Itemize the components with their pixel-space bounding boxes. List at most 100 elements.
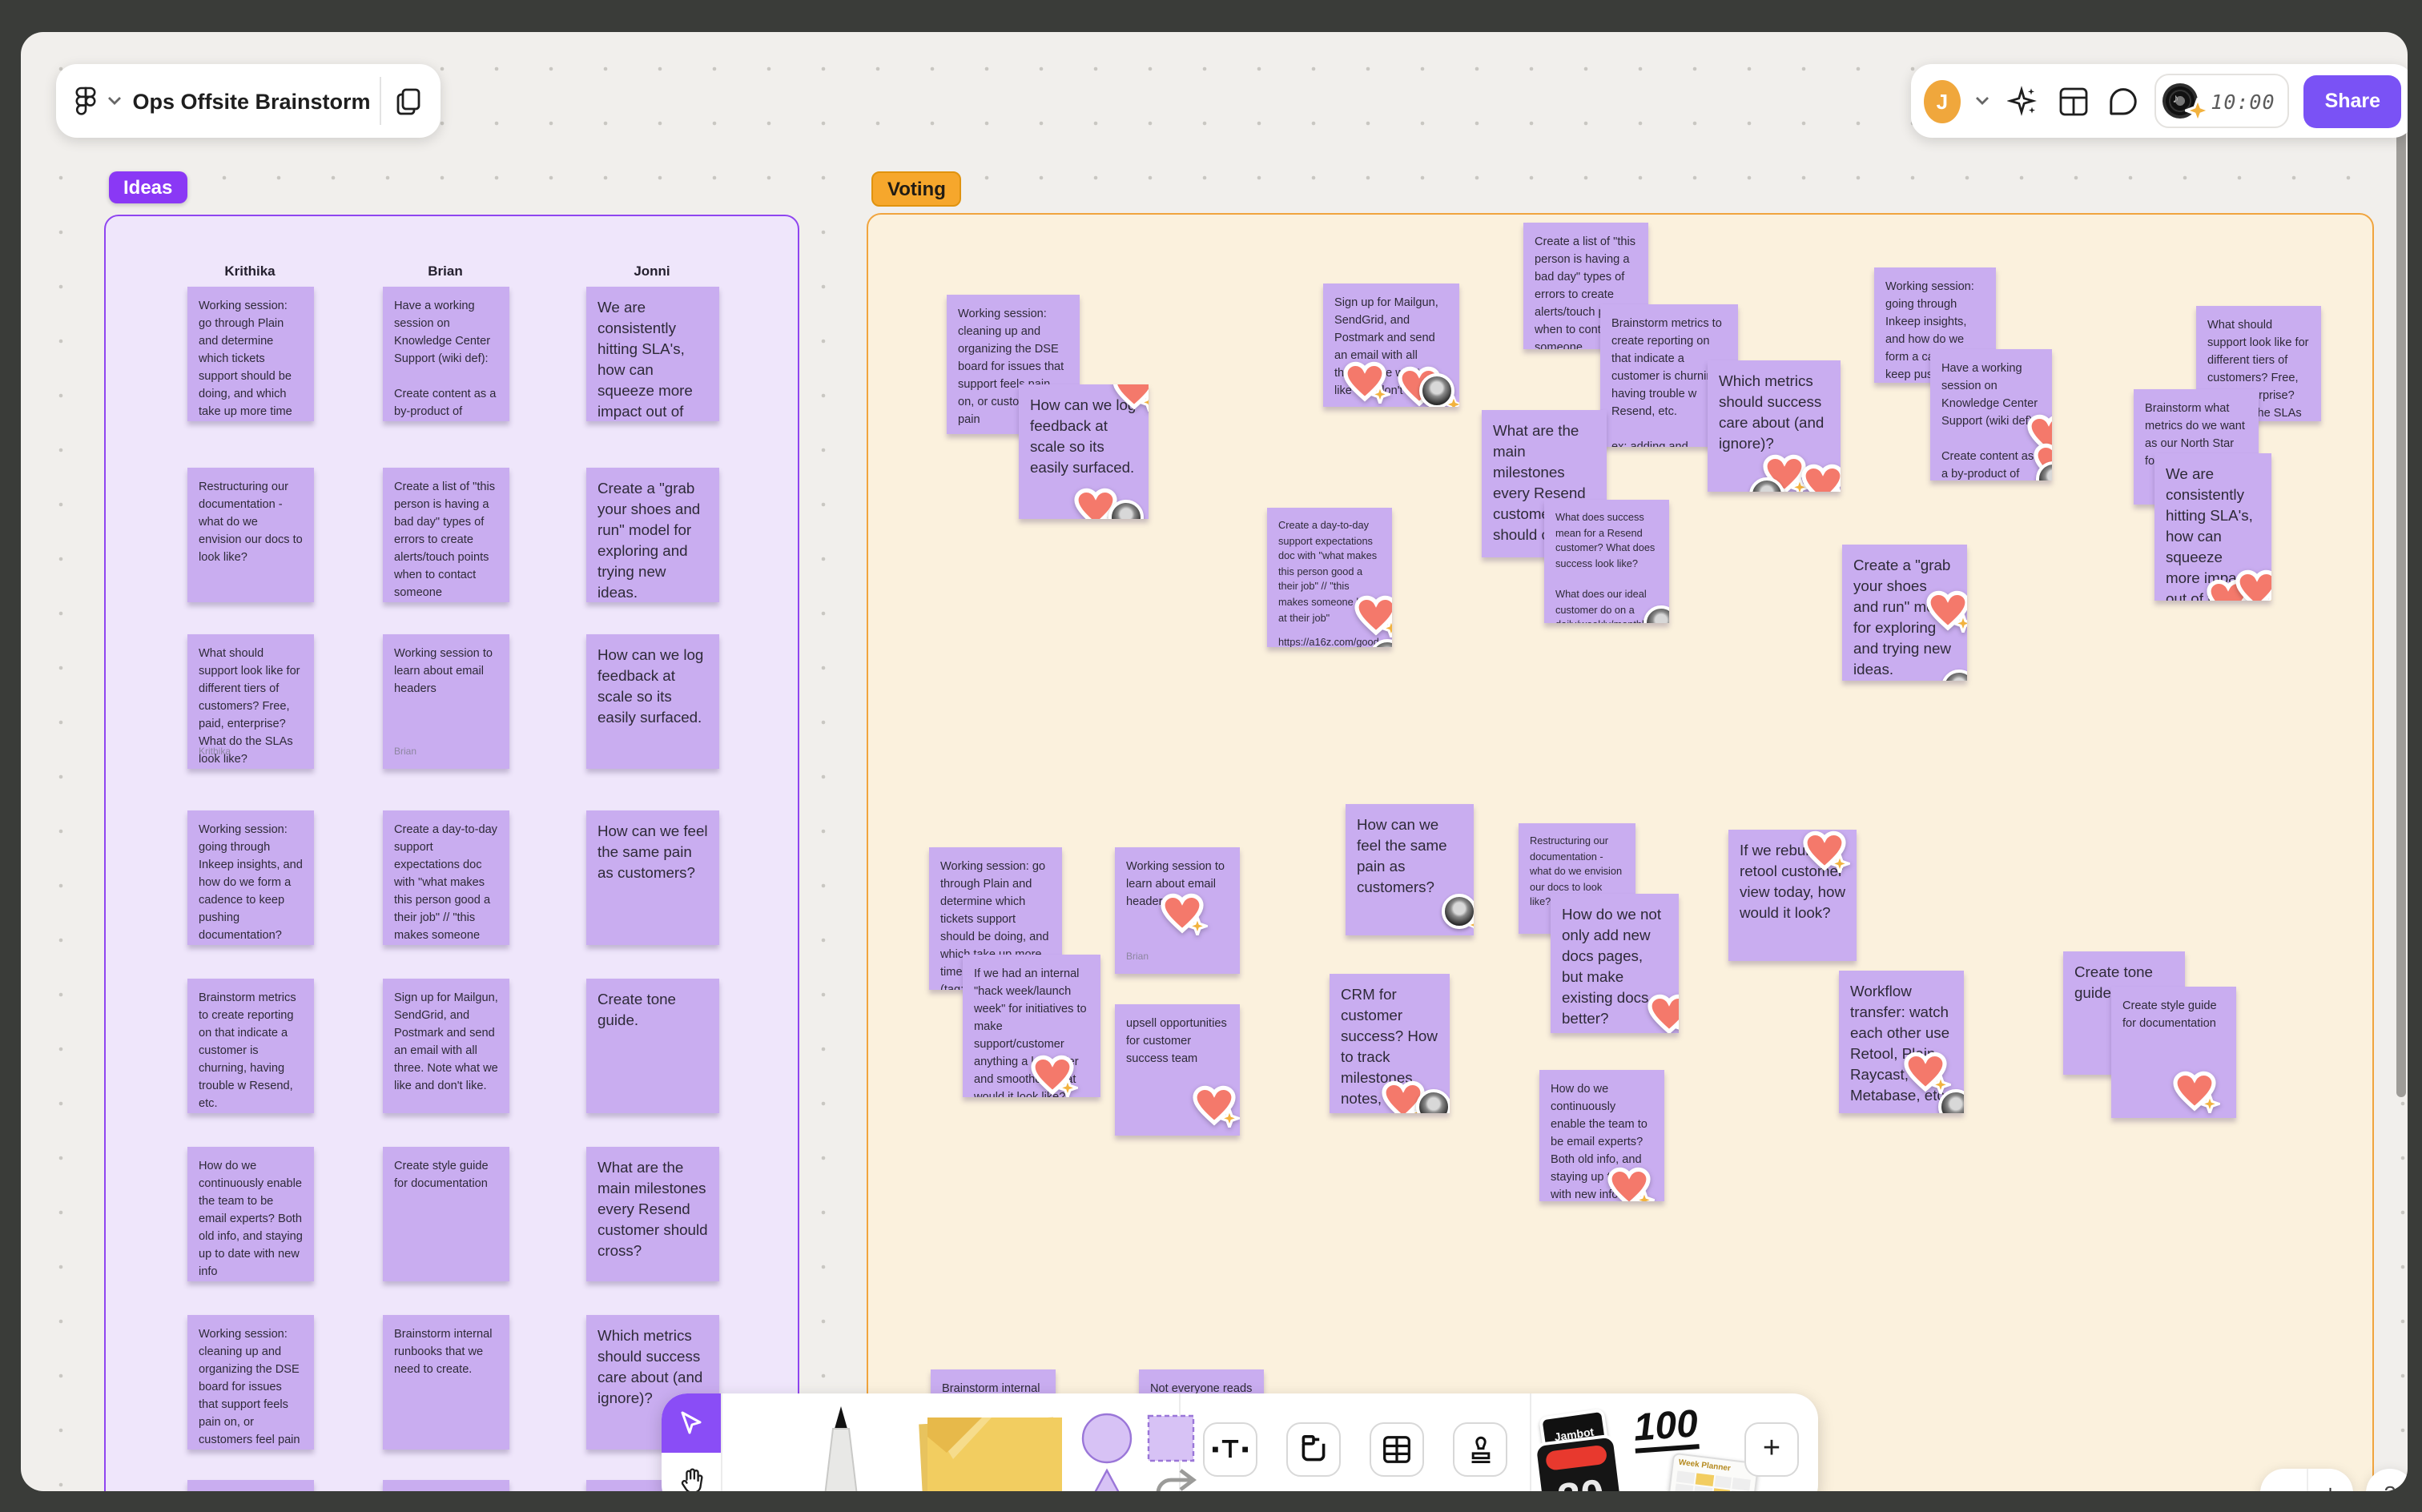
sticky-note[interactable]: Create a "grab your shoes and run" model… bbox=[1842, 545, 1967, 681]
add-widget-button[interactable]: + bbox=[1744, 1422, 1799, 1477]
sticky-note[interactable]: Create tone guide. bbox=[586, 979, 719, 1113]
sticky-note[interactable]: Brainstorm metrics to create reporting o… bbox=[187, 979, 314, 1113]
sticky-note[interactable]: Create a day-to-day support expectations… bbox=[1267, 508, 1392, 647]
score-widget[interactable]: 100 bbox=[1632, 1402, 1700, 1454]
sticky-note-text: We are consistently hitting SLA's, how c… bbox=[597, 298, 693, 420]
sticky-note-text: Sign up for Mailgun, SendGrid, and Postm… bbox=[1334, 295, 1442, 397]
section-tool[interactable] bbox=[1286, 1422, 1341, 1477]
sticky-note[interactable]: How do we continuously enable the team t… bbox=[187, 1147, 314, 1281]
sticky-note[interactable]: CRM for customer success? How to track m… bbox=[1330, 974, 1450, 1113]
sticky-note[interactable]: Sign up for Mailgun, SendGrid, and Postm… bbox=[1323, 284, 1459, 407]
sticky-note[interactable]: What are the main milestones every Resen… bbox=[586, 1147, 719, 1281]
sticky-note-text: upsell opportunities for customer succes… bbox=[1126, 1015, 1230, 1065]
sticky-note-text: Brainstorm internal runbooks that we nee… bbox=[394, 1326, 496, 1376]
shapes-tool[interactable] bbox=[1078, 1413, 1238, 1491]
duplicate-icon[interactable] bbox=[391, 80, 424, 122]
sticky-note[interactable]: Sign up for Mailgun, SendGrid, and Postm… bbox=[383, 979, 509, 1113]
sticky-note[interactable]: We are consistently hitting SLA's, how c… bbox=[586, 287, 719, 421]
sticky-note-text: Create a day-to-day support expectations… bbox=[1278, 521, 1380, 625]
sticky-note[interactable]: How can we log feedback at scale so its … bbox=[586, 634, 719, 769]
zoom-controls: − + bbox=[2260, 1469, 2353, 1491]
sticky-note[interactable]: Working session to learn about email hea… bbox=[383, 634, 509, 769]
share-button[interactable]: Share bbox=[2303, 74, 2402, 127]
file-title[interactable]: Ops Offsite Brainstorm bbox=[133, 89, 371, 113]
sticky-note-text: Working session to learn about email hea… bbox=[1126, 859, 1229, 908]
sticky-note[interactable]: If we rebuilt retool customer view today… bbox=[1728, 830, 1857, 961]
sticky-note[interactable]: We are consistently hitting SLA's, how c… bbox=[2154, 453, 2271, 601]
timer-widget-card[interactable]: 30 bbox=[1532, 1434, 1627, 1491]
table-tool[interactable] bbox=[1370, 1422, 1424, 1477]
sticky-note-text: Working session to learn about email hea… bbox=[394, 645, 497, 695]
heart-sticker-icon bbox=[1192, 1084, 1240, 1132]
sticky-note[interactable]: Working session: going through Inkeep in… bbox=[187, 810, 314, 945]
select-tools-group bbox=[662, 1393, 722, 1491]
sticky-note[interactable]: Working session to learn about email hea… bbox=[1115, 847, 1240, 974]
sticky-note[interactable]: upsell opportunities for customer succes… bbox=[1115, 1004, 1240, 1136]
sticky-note-text: We are consistently hitting SLA's, how c… bbox=[2166, 464, 2258, 601]
chevron-down-icon[interactable] bbox=[1975, 80, 1991, 122]
sticky-note[interactable]: What should support look like for differ… bbox=[187, 634, 314, 769]
plus-icon: + bbox=[1762, 1431, 1781, 1465]
sticky-note-text: What are the main milestones every Resen… bbox=[597, 1158, 712, 1259]
chevron-down-icon[interactable] bbox=[107, 80, 123, 122]
sticky-note[interactable]: Brainstorm what metrics do we want as ou… bbox=[383, 1480, 509, 1491]
sticky-note[interactable]: Restructuring our documentation - what d… bbox=[187, 468, 314, 602]
sticky-note[interactable]: How can we feel the same pain as custome… bbox=[586, 810, 719, 945]
widgets-group[interactable]: Jambot 30 100 Week Planner + bbox=[1531, 1393, 1818, 1491]
sticky-note-text: Brainstorm metrics to create reporting o… bbox=[199, 990, 296, 1110]
zoom-in-button[interactable]: + bbox=[2307, 1480, 2353, 1491]
sticky-note-text: Create style guide for documentation bbox=[2122, 998, 2220, 1030]
sticky-note[interactable]: How do we continuously enable the team t… bbox=[1539, 1070, 1664, 1201]
sticky-note-text: Which metrics should success care about … bbox=[1719, 372, 1829, 452]
sticky-note[interactable]: What does success mean for a Resend cust… bbox=[187, 1480, 314, 1491]
note-link[interactable]: https://a16z.com/good-product-manager-ba… bbox=[1278, 637, 1382, 647]
select-tool[interactable] bbox=[662, 1393, 721, 1452]
sticky-note-text: Workflow transfer: watch each other use … bbox=[1850, 982, 1954, 1104]
hand-tool[interactable] bbox=[662, 1452, 721, 1491]
score-label: 100 bbox=[1632, 1402, 1700, 1450]
voting-section-label[interactable]: Voting bbox=[871, 171, 962, 207]
timer-value: 10:00 bbox=[2211, 89, 2275, 113]
sticky-note-text: How can we log feedback at scale so its … bbox=[1030, 396, 1141, 476]
sticky-note[interactable]: Create a day-to-day support expectations… bbox=[383, 810, 509, 945]
sticky-note[interactable]: How can we log feedback at scale so its … bbox=[1019, 384, 1149, 519]
sticky-note[interactable]: Create a "grab your shoes and run" model… bbox=[586, 468, 719, 602]
sticky-note[interactable]: Create style guide for documentation bbox=[383, 1147, 509, 1281]
sticky-note[interactable]: What does success mean for a Resend cust… bbox=[1544, 500, 1669, 623]
sticky-note[interactable]: How can we feel the same pain as custome… bbox=[1346, 804, 1474, 935]
vertical-scrollbar[interactable] bbox=[2396, 104, 2406, 1097]
sticky-note-text: Working session: cleaning up and organiz… bbox=[199, 1326, 303, 1446]
sticky-note[interactable]: Create a list of "this person is having … bbox=[383, 468, 509, 602]
hand-icon bbox=[680, 1468, 702, 1491]
sticky-note[interactable]: Create style guide for documentation bbox=[2111, 987, 2236, 1118]
ideas-section-label[interactable]: Ideas bbox=[109, 171, 187, 203]
marker-tool[interactable] bbox=[812, 1406, 870, 1491]
zoom-out-button[interactable]: − bbox=[2260, 1480, 2306, 1491]
sticky-note-tool[interactable] bbox=[911, 1411, 1072, 1491]
sticky-note-text: Sign up for Mailgun, SendGrid, and Postm… bbox=[394, 990, 501, 1092]
templates-icon[interactable] bbox=[2055, 80, 2090, 122]
sticky-note[interactable]: Brainstorm internal runbooks that we nee… bbox=[383, 1315, 509, 1450]
timer-card-number: 30 bbox=[1540, 1469, 1622, 1491]
ai-sparkle-icon[interactable] bbox=[2006, 80, 2041, 122]
board-canvas[interactable]: Ideas Voting Krithika Working session: go… bbox=[21, 32, 2408, 1491]
sticky-note[interactable]: Workflow transfer: watch each other use … bbox=[1839, 971, 1964, 1113]
sticky-note[interactable]: Which metrics should success care about … bbox=[1708, 360, 1841, 492]
voter-avatar-sticker bbox=[1749, 477, 1784, 492]
figma-logo-icon[interactable] bbox=[72, 80, 98, 122]
sticky-note[interactable]: Have a working session on Knowledge Cent… bbox=[1930, 349, 2052, 481]
sticky-note[interactable]: How do we not only add new docs pages, b… bbox=[1551, 894, 1679, 1033]
sticky-note-text: Create a day-to-day support expectations… bbox=[394, 822, 497, 945]
sticky-note[interactable]: Working session: cleaning up and organiz… bbox=[187, 1315, 314, 1450]
sticky-note-text: Create a "grab your shoes and run" model… bbox=[597, 479, 705, 601]
stamp-tool[interactable] bbox=[1453, 1422, 1507, 1477]
comment-icon[interactable] bbox=[2105, 80, 2140, 122]
sticky-note[interactable]: Have a working session on Knowledge Cent… bbox=[383, 287, 509, 421]
avatar[interactable]: J bbox=[1924, 79, 1961, 123]
sticky-note[interactable]: Working session: go through Plain and de… bbox=[187, 287, 314, 421]
sticky-note[interactable]: If we had an internal "hack week/launch … bbox=[963, 955, 1100, 1097]
cursor-arrow-icon bbox=[681, 1412, 702, 1434]
heart-sticker-icon bbox=[1800, 463, 1841, 492]
sticky-note-text: What does success mean for a Resend cust… bbox=[1555, 513, 1656, 623]
music-timer-widget[interactable]: ♪ 10:00 bbox=[2154, 74, 2290, 128]
